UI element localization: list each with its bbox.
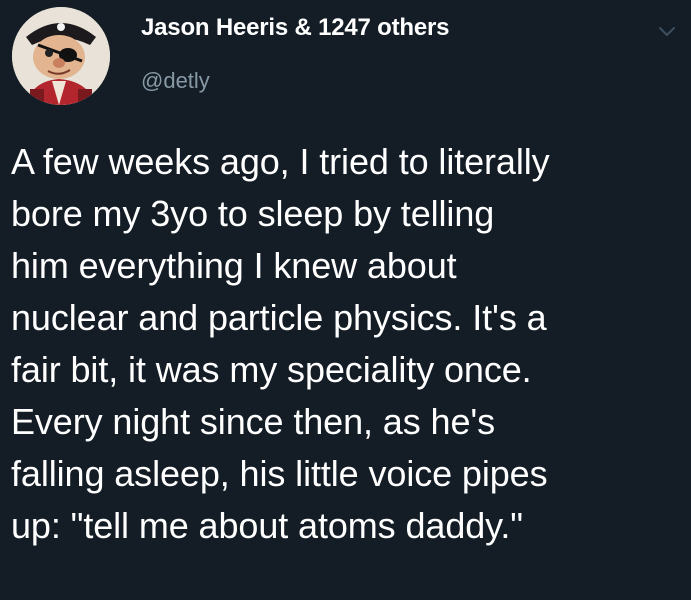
- tweet-header: Jason Heeris & 1247 others @detly: [141, 12, 651, 95]
- tweet-text-line: him everything I knew about: [11, 245, 457, 286]
- tweet-card: Jason Heeris & 1247 others @detly A few …: [0, 0, 691, 600]
- author-display-name[interactable]: Jason Heeris & 1247 others: [141, 12, 651, 44]
- avatar[interactable]: [12, 7, 110, 105]
- author-handle[interactable]: @detly: [141, 67, 651, 95]
- tweet-text-line: A few weeks ago, I tried to literally: [11, 141, 550, 182]
- pirate-puppet-avatar-icon: [12, 7, 110, 105]
- chevron-down-icon[interactable]: [655, 20, 679, 44]
- tweet-text-line: bore my 3yo to sleep by telling: [11, 193, 495, 234]
- tweet-text-line: Every night since then, as he's: [11, 401, 496, 442]
- tweet-text-line: up: "tell me about atoms daddy.": [11, 505, 523, 546]
- tweet-text-line: fair bit, it was my speciality once.: [11, 349, 532, 390]
- tweet-text-line: nuclear and particle physics. It's a: [11, 297, 547, 338]
- tweet-text: A few weeks ago, I tried to literally bo…: [11, 136, 686, 552]
- tweet-text-line: falling asleep, his little voice pipes: [11, 453, 548, 494]
